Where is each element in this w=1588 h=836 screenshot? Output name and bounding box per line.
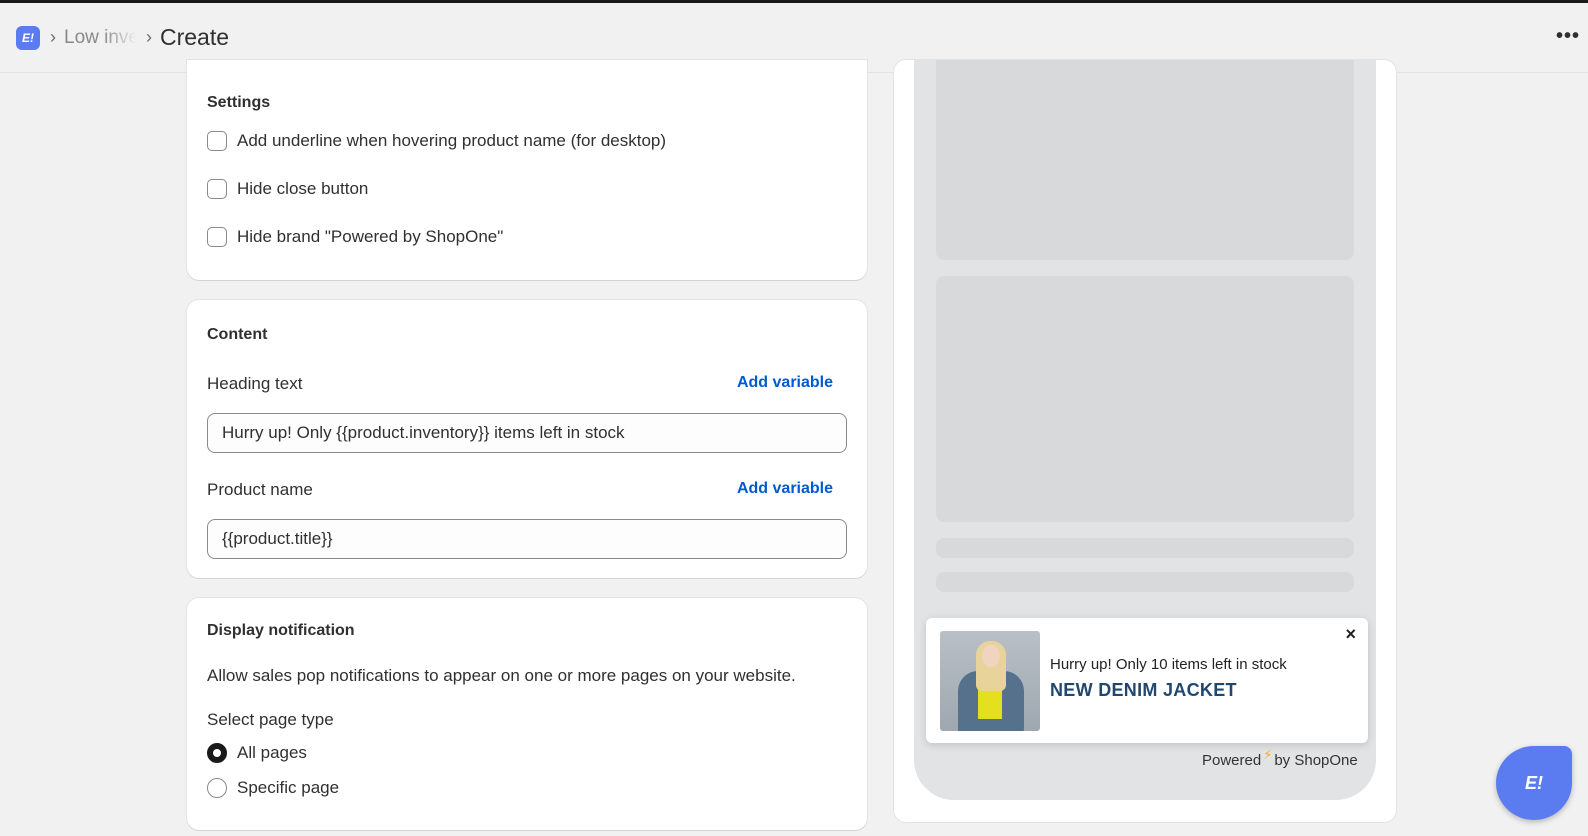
radio-all-pages[interactable]: All pages — [207, 743, 307, 763]
checkbox[interactable] — [207, 131, 227, 151]
placeholder-line — [936, 572, 1354, 592]
radio-button[interactable] — [207, 743, 227, 763]
face-shape — [982, 645, 1000, 667]
option-hide-brand[interactable]: Hide brand "Powered by ShopOne" — [207, 227, 503, 247]
product-name-label: Product name — [207, 480, 313, 499]
radio-label: All pages — [237, 743, 307, 762]
display-notification-description: Allow sales pop notifications to appear … — [207, 666, 796, 685]
heading-add-variable-button[interactable]: Add variable — [737, 374, 833, 392]
content-title: Content — [207, 326, 268, 343]
more-actions-icon[interactable]: ••• — [1556, 25, 1580, 48]
radio-specific-page[interactable]: Specific page — [207, 778, 339, 798]
page-title: Create — [160, 24, 230, 50]
page-type-label: Select page type — [207, 710, 334, 729]
powered-suffix: by ShopOne — [1274, 752, 1358, 769]
settings-card: Settings Add underline when hovering pro… — [187, 60, 867, 280]
heading-text-label: Heading text — [207, 374, 303, 393]
powered-prefix: Powered — [1202, 752, 1262, 769]
lightning-icon: ⚡ — [1263, 747, 1273, 762]
popup-product-name[interactable]: NEW DENIM JACKET — [1050, 680, 1237, 701]
chevron-right-icon: › — [146, 27, 152, 47]
popup-heading: Hurry up! Only 10 items left in stock — [1050, 656, 1287, 673]
content-card: Content Heading text Add variable Hurry … — [187, 300, 867, 578]
checkbox[interactable] — [207, 227, 227, 247]
radio-button[interactable] — [207, 778, 227, 798]
placeholder-line — [936, 538, 1354, 558]
close-icon[interactable]: × — [1345, 624, 1356, 645]
chevron-right-icon: › — [50, 27, 56, 47]
placeholder-block — [936, 60, 1354, 260]
display-notification-title: Display notification — [207, 622, 355, 639]
breadcrumb-link[interactable]: Low inventory — [64, 27, 136, 49]
powered-by-brand: Powered ⚡ by ShopOne — [1202, 747, 1358, 769]
radio-label: Specific page — [237, 778, 340, 797]
product-name-input[interactable]: {{product.title}} — [207, 519, 847, 559]
option-underline-hover[interactable]: Add underline when hovering product name… — [207, 131, 666, 151]
app-logo-icon[interactable]: E! — [16, 25, 40, 50]
product-add-variable-button[interactable]: Add variable — [737, 480, 833, 498]
placeholder-block — [936, 276, 1354, 522]
option-hide-close[interactable]: Hide close button — [207, 179, 368, 199]
heading-text-input[interactable]: Hurry up! Only {{product.inventory}} ite… — [207, 413, 847, 453]
checkbox[interactable] — [207, 179, 227, 199]
option-label: Hide close button — [237, 179, 369, 198]
option-label: Add underline when hovering product name… — [237, 131, 667, 150]
product-image — [940, 631, 1040, 731]
settings-title: Settings — [207, 94, 271, 111]
sales-pop-notification[interactable]: Hurry up! Only 10 items left in stock NE… — [926, 618, 1368, 743]
display-notification-card: Display notification Allow sales pop not… — [187, 598, 867, 830]
option-label: Hide brand "Powered by ShopOne" — [237, 227, 504, 246]
chat-launcher-button[interactable]: E! — [1496, 746, 1572, 820]
